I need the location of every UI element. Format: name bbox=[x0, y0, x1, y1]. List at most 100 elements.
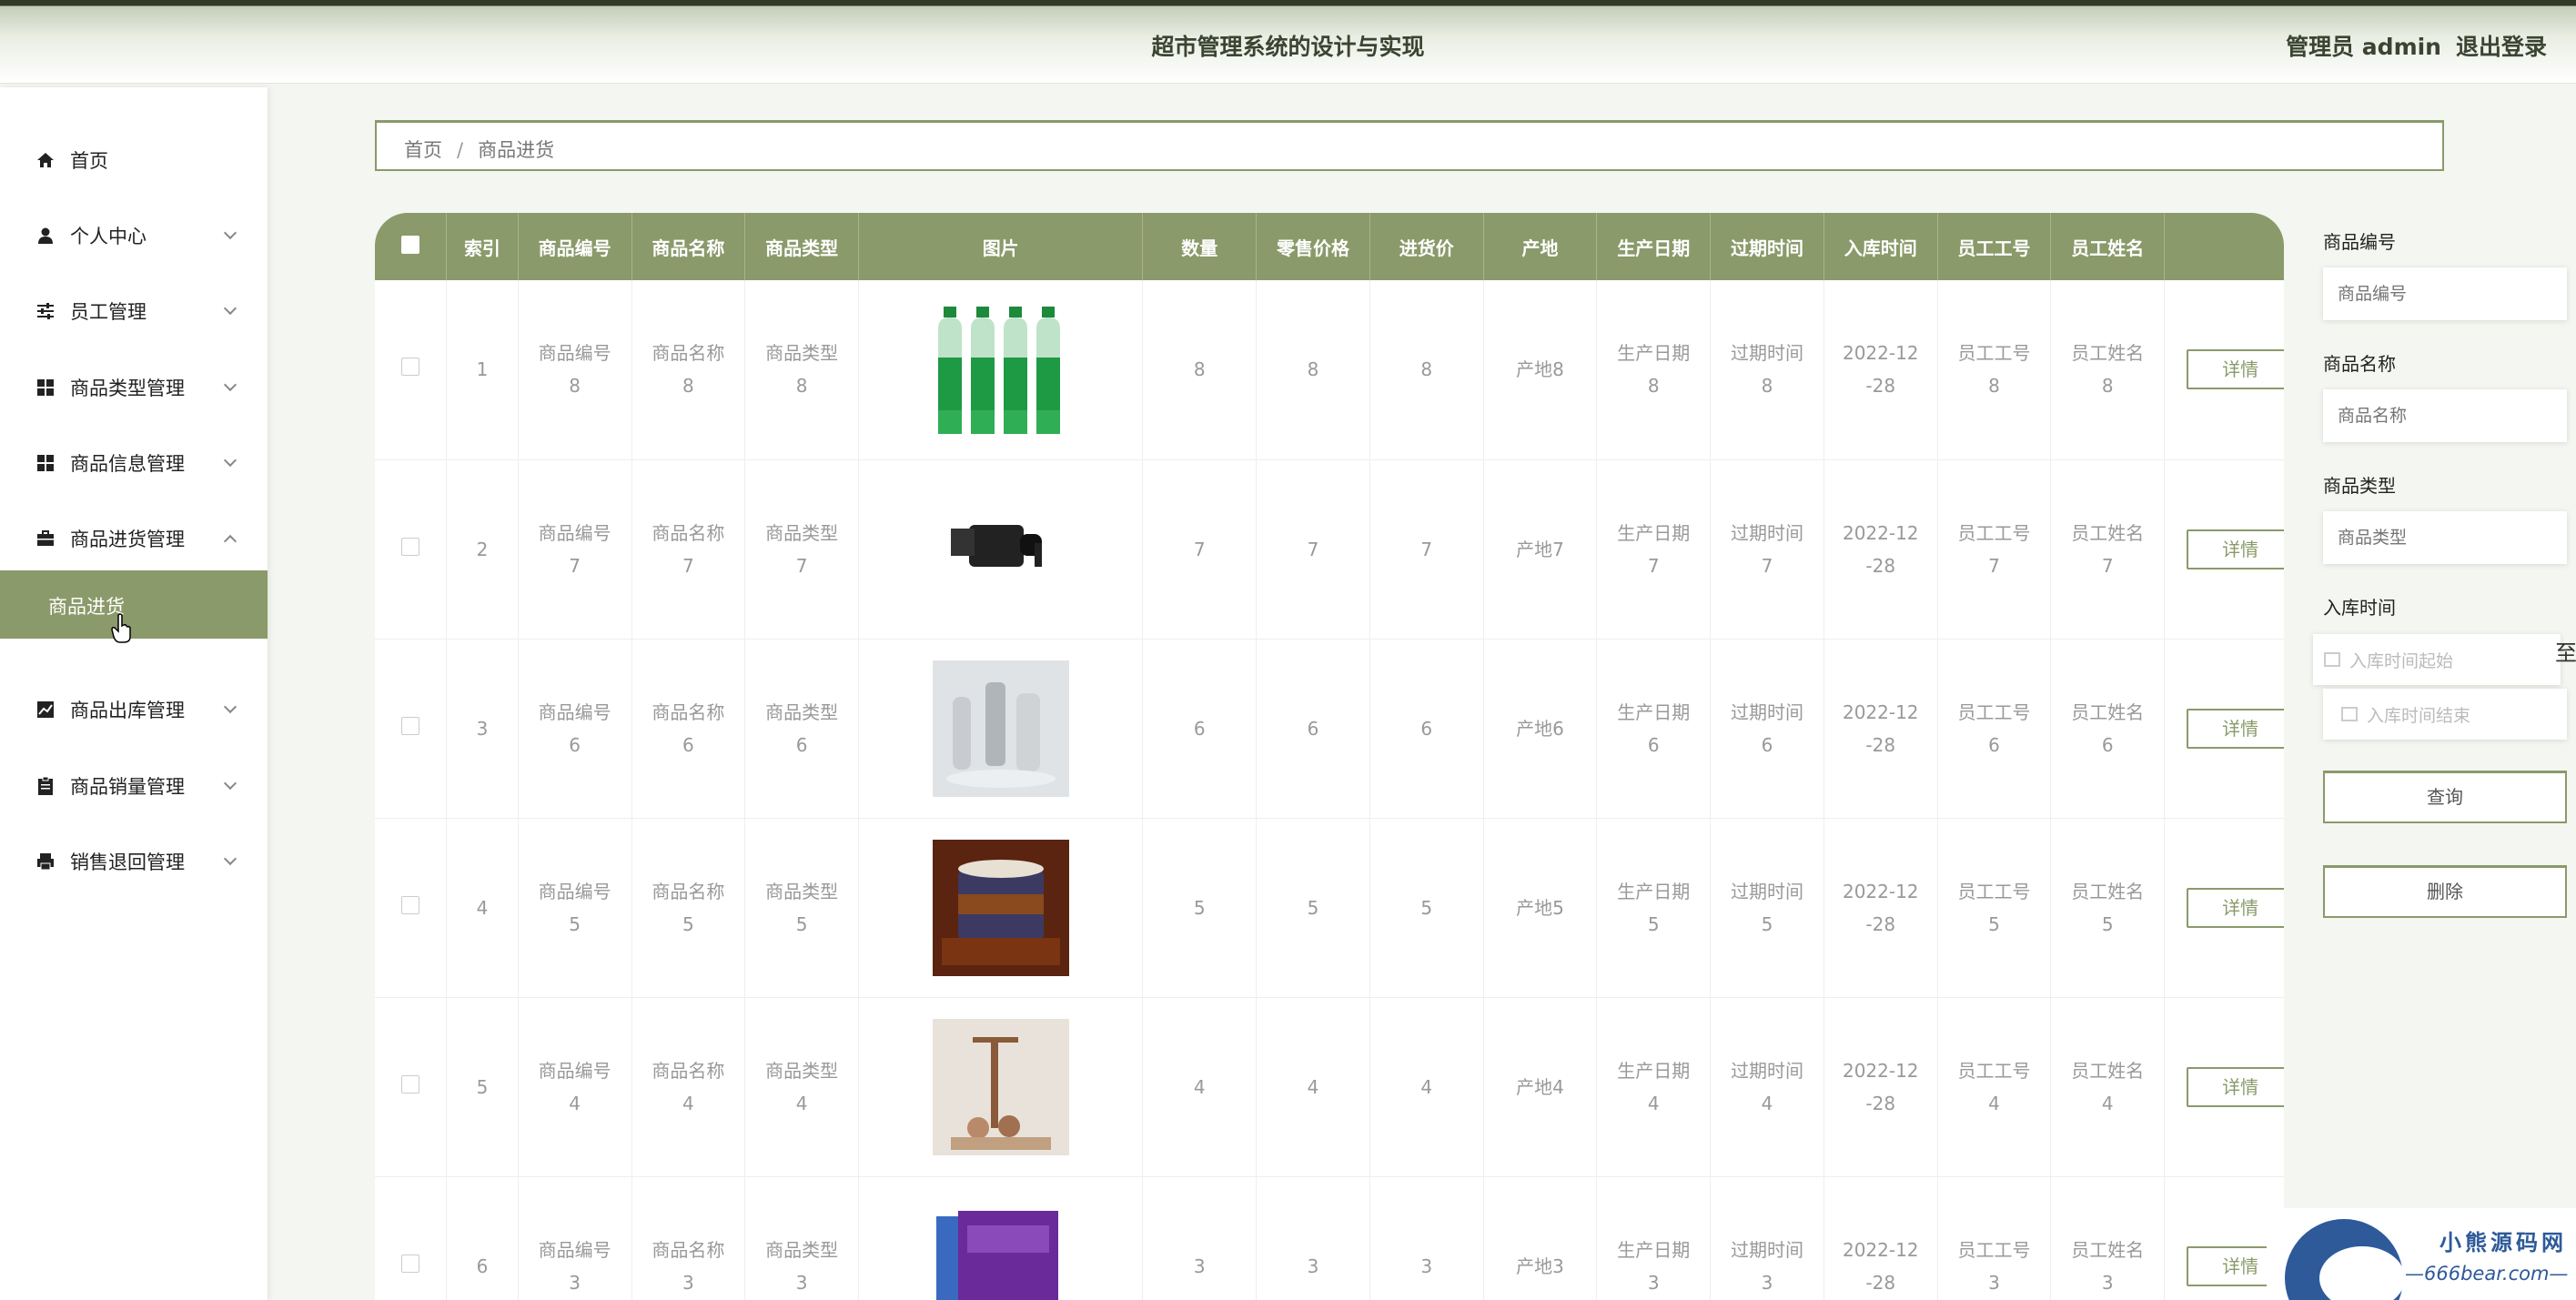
index-cell: 3 bbox=[446, 639, 519, 819]
table-row: 6 商品编号 3 商品名称 3 商品类型 3 3 3 3 产地3 生产日期 3 过期时间 3 2022-12-… bbox=[375, 1176, 2284, 1300]
type-cell: 商品类型 6 bbox=[744, 639, 859, 819]
employee-number-cell: 员工工号 3 bbox=[1937, 1176, 2052, 1300]
row-select-cell bbox=[375, 1176, 448, 1300]
sidebar: 首页个人中心员工管理商品类型管理 商品信息管理 商品进货管理 商品出库管理商品销量管理… bbox=[0, 87, 268, 1300]
delete-button[interactable]: 删除 bbox=[2323, 865, 2567, 918]
name-cell: 商品名称 8 bbox=[631, 280, 746, 460]
quantity-cell: 5 bbox=[1142, 818, 1258, 998]
breadcrumb-home[interactable]: 首页 bbox=[404, 139, 442, 161]
image-cell bbox=[858, 639, 1144, 819]
app-title: 超市管理系统的设计与实现 bbox=[1151, 34, 1425, 60]
column-header: 商品名称 bbox=[631, 213, 746, 280]
employee-name-cell: 员工姓名 7 bbox=[2050, 459, 2166, 640]
employee-name-cell: 员工姓名 4 bbox=[2050, 997, 2166, 1177]
sidebar-item-label: 商品销量管理 bbox=[70, 776, 185, 798]
sidebar-item-1[interactable]: 个人中心 bbox=[0, 203, 268, 268]
query-button[interactable]: 查询 bbox=[2323, 771, 2567, 823]
name-cell: 商品名称 5 bbox=[631, 818, 746, 998]
row-checkbox[interactable] bbox=[401, 537, 420, 556]
table-row: 3 商品编号 6 商品名称 6 商品类型 6 6 6 6 产地6 生产日期 6 过期时间 6 2022-12-… bbox=[375, 639, 2284, 819]
breadcrumb-separator: / bbox=[457, 139, 464, 161]
column-header: 过期时间 bbox=[1710, 213, 1824, 280]
employee-number-cell: 员工工号 6 bbox=[1937, 639, 2052, 819]
purchase-price-cell: 5 bbox=[1369, 818, 1484, 998]
sidebar-item-5[interactable]: 商品进货管理 bbox=[0, 506, 268, 571]
detail-button[interactable]: 详情 bbox=[2187, 887, 2284, 928]
sidebar-item-2[interactable]: 员工管理 bbox=[0, 278, 268, 344]
expiry-date-cell: 过期时间 3 bbox=[1710, 1176, 1824, 1300]
code-search-input[interactable] bbox=[2323, 267, 2567, 320]
employee-name-cell: 员工姓名 8 bbox=[2050, 280, 2166, 460]
date-end-input[interactable]: 入库时间结束 bbox=[2323, 689, 2567, 740]
sidebar-item-6[interactable]: 商品出库管理 bbox=[0, 677, 268, 742]
select-all-cell bbox=[375, 213, 448, 280]
row-select-cell bbox=[375, 639, 448, 819]
detail-button[interactable]: 详情 bbox=[2187, 529, 2284, 569]
date-start-input[interactable]: 入库时间起始 bbox=[2313, 634, 2561, 685]
sidebar-item-3[interactable]: 商品类型管理 bbox=[0, 355, 268, 420]
operations-cell: 详情 修 bbox=[2164, 818, 2284, 998]
row-checkbox[interactable] bbox=[401, 1254, 420, 1273]
detail-button[interactable]: 详情 bbox=[2187, 349, 2284, 390]
chevron-down-icon bbox=[223, 378, 237, 392]
detail-button[interactable]: 详情 bbox=[2187, 1066, 2284, 1107]
bear-logo-icon bbox=[2285, 1219, 2405, 1300]
image-cell bbox=[858, 459, 1144, 640]
row-checkbox[interactable] bbox=[401, 1074, 420, 1093]
index-cell: 1 bbox=[446, 280, 519, 460]
hand-cursor-icon bbox=[111, 613, 133, 648]
production-date-cell: 生产日期 6 bbox=[1596, 639, 1712, 819]
employee-name-cell: 员工姓名 6 bbox=[2050, 639, 2166, 819]
type-cell: 商品类型 8 bbox=[744, 280, 859, 460]
column-header: 数量 bbox=[1142, 213, 1258, 280]
expiry-date-cell: 过期时间 4 bbox=[1710, 997, 1824, 1177]
column-header: 商品类型 bbox=[744, 213, 859, 280]
type-search-input[interactable] bbox=[2323, 511, 2567, 564]
date-start-placeholder: 入库时间起始 bbox=[2349, 650, 2454, 671]
product-image bbox=[933, 301, 1069, 438]
sidebar-item-7[interactable]: 商品销量管理 bbox=[0, 753, 268, 819]
row-checkbox[interactable] bbox=[401, 358, 420, 377]
purchase-price-cell: 3 bbox=[1369, 1176, 1484, 1300]
sidebar-item-4[interactable]: 商品信息管理 bbox=[0, 430, 268, 496]
production-date-cell: 生产日期 5 bbox=[1596, 818, 1712, 998]
sidebar-item-8[interactable]: 销售退回管理 bbox=[0, 829, 268, 894]
stock-in-date-cell: 2022-12 -28 bbox=[1823, 818, 1938, 998]
row-checkbox[interactable] bbox=[401, 716, 420, 735]
printer-icon bbox=[35, 851, 56, 872]
sidebar-subitem-active[interactable]: 商品进货 bbox=[0, 570, 268, 639]
column-header: 员工姓名 bbox=[2050, 213, 2166, 280]
quantity-cell: 6 bbox=[1142, 639, 1258, 819]
person-icon bbox=[35, 225, 56, 247]
type-label: 商品类型 bbox=[2323, 475, 2396, 497]
data-table: 索引 商品编号 商品名称 商品类型 图片 数量 零售价格 进货价 产地 生产日期… bbox=[375, 213, 2284, 1300]
logout-link[interactable]: 退出登录 bbox=[2456, 29, 2547, 62]
expiry-date-cell: 过期时间 6 bbox=[1710, 639, 1824, 819]
type-cell: 商品类型 3 bbox=[744, 1176, 859, 1300]
column-header: 商品编号 bbox=[518, 213, 632, 280]
origin-cell: 产地3 bbox=[1483, 1176, 1598, 1300]
row-checkbox[interactable] bbox=[401, 895, 420, 914]
origin-cell: 产地7 bbox=[1483, 459, 1598, 640]
sliders-icon bbox=[35, 300, 56, 322]
briefcase-icon bbox=[35, 528, 56, 549]
select-all-checkbox[interactable] bbox=[401, 235, 420, 254]
name-search-input[interactable] bbox=[2323, 389, 2567, 442]
chevron-down-icon bbox=[223, 453, 237, 468]
retail-price-cell: 5 bbox=[1256, 818, 1370, 998]
stock-in-date-cell: 2022-12 -28 bbox=[1823, 639, 1938, 819]
image-cell bbox=[858, 1176, 1144, 1300]
name-label: 商品名称 bbox=[2323, 353, 2396, 375]
expiry-date-cell: 过期时间 8 bbox=[1710, 280, 1824, 460]
sidebar-item-0[interactable]: 首页 bbox=[0, 127, 268, 193]
retail-price-cell: 7 bbox=[1256, 459, 1370, 640]
watermark-url: —666bear.com— bbox=[2405, 1263, 2569, 1285]
purchase-price-cell: 8 bbox=[1369, 280, 1484, 460]
detail-button[interactable]: 详情 bbox=[2187, 708, 2284, 749]
image-cell bbox=[858, 818, 1144, 998]
stock-in-date-cell: 2022-12 -28 bbox=[1823, 1176, 1938, 1300]
clipboard-icon bbox=[35, 775, 56, 797]
type-cell: 商品类型 4 bbox=[744, 997, 859, 1177]
chevron-down-icon bbox=[223, 852, 237, 866]
column-header: 员工工号 bbox=[1937, 213, 2052, 280]
